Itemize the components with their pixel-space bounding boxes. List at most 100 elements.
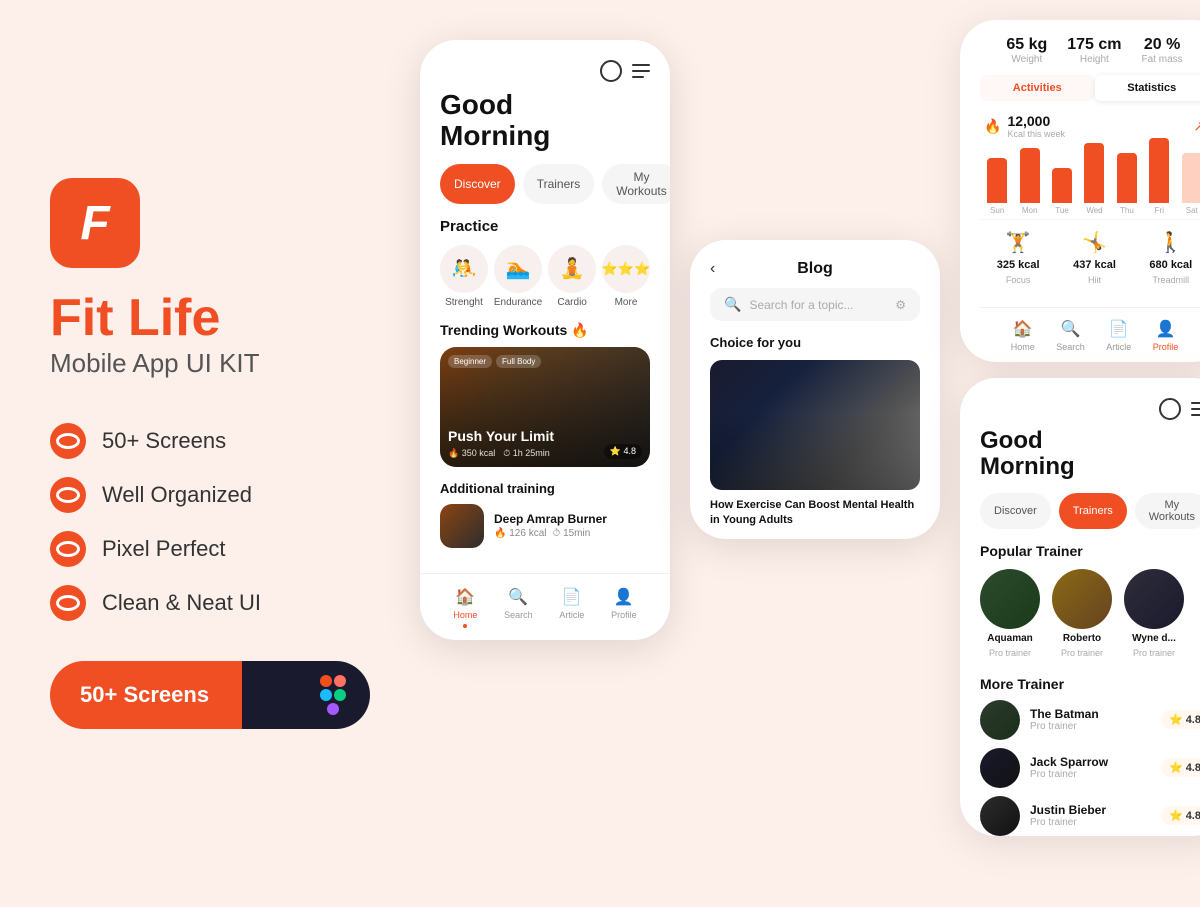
- bar-thu: Thu: [1114, 153, 1140, 215]
- kcal-sub: Kcal this week: [1007, 129, 1065, 139]
- additional-info: Deep Amrap Burner 🔥 126 kcal ⏱ 15min: [494, 512, 607, 539]
- stat-height-label: Height: [1067, 54, 1121, 65]
- trainer-tab-workouts[interactable]: My Workouts: [1135, 493, 1200, 529]
- bar-sun-rect: [987, 158, 1007, 203]
- practice-label-strength: Strenght: [445, 297, 483, 308]
- menu-icon[interactable]: [632, 64, 650, 78]
- wyne-role: Pro trainer: [1133, 648, 1175, 658]
- brand-name: Fit Life: [50, 292, 370, 344]
- search-circle-icon[interactable]: [600, 60, 622, 82]
- workout-treadmill-label: Treadmill: [1152, 275, 1189, 285]
- nav-home-label: Home: [453, 610, 477, 620]
- bieber-rating: ⭐ 4.8: [1161, 806, 1200, 825]
- bieber-rating-val: 4.8: [1186, 810, 1200, 822]
- trending-title: Push Your Limit: [448, 428, 642, 444]
- stats-nav-search[interactable]: 🔍 Search: [1056, 318, 1085, 352]
- practice-item-cardio[interactable]: 🧘 Cardio: [548, 245, 596, 308]
- star-icon: ⭐: [1169, 713, 1183, 726]
- fire-icon: 🔥: [984, 118, 1001, 135]
- trainer-bieber[interactable]: Justin Bieber Pro trainer ⭐ 4.8: [980, 796, 1200, 836]
- trainer-sparrow[interactable]: Jack Sparrow Pro trainer ⭐ 4.8: [980, 748, 1200, 788]
- trainer-search-circle[interactable]: [1159, 398, 1181, 420]
- trainer-wyne[interactable]: Wyne d... Pro trainer: [1124, 569, 1184, 658]
- phone-blog: ‹ Blog 🔍 Search for a topic... ⚙ Choice …: [690, 240, 940, 539]
- practice-label-more: More: [615, 297, 638, 308]
- feature-item: Pixel Perfect: [50, 531, 370, 567]
- figma-logo: [296, 661, 370, 729]
- trending-kcal: 🔥 350 kcal: [448, 448, 495, 459]
- tab-my-workouts[interactable]: My Workouts: [602, 164, 670, 204]
- app-icon-letter: F: [80, 196, 109, 251]
- trainer-aquaman[interactable]: Aquaman Pro trainer: [980, 569, 1040, 658]
- bar-sat: Sat: [1179, 153, 1200, 215]
- stats-nav-article[interactable]: 📄 Article: [1106, 318, 1131, 352]
- stat-weight: 65 kg Weight: [1006, 36, 1047, 65]
- nav-search[interactable]: 🔍 Search: [504, 586, 533, 628]
- nav-profile[interactable]: 👤 Profile: [611, 586, 637, 628]
- stats-nav-home[interactable]: 🏠 Home: [1011, 318, 1035, 352]
- stat-fat: 20 % Fat mass: [1142, 36, 1183, 65]
- tab-statistics[interactable]: Statistics: [1095, 75, 1200, 101]
- trainer-phone-header: [960, 378, 1200, 428]
- additional-section: Additional training Deep Amrap Burner 🔥 …: [420, 481, 670, 556]
- practice-icon-strength: 🤼: [440, 245, 488, 293]
- blog-header: ‹ Blog: [690, 240, 940, 288]
- sparrow-role: Pro trainer: [1030, 769, 1151, 780]
- trainer-batman[interactable]: The Batman Pro trainer ⭐ 4.8: [980, 700, 1200, 740]
- stat-weight-label: Weight: [1006, 54, 1047, 65]
- bar-fri-rect: [1149, 138, 1169, 203]
- practice-title: Practice: [420, 218, 670, 245]
- bar-tue: Tue: [1049, 168, 1075, 215]
- tab-discover[interactable]: Discover: [440, 164, 515, 204]
- workout-treadmill-kcal: 680 kcal: [1149, 259, 1192, 271]
- stats-nav-profile[interactable]: 👤 Profile: [1153, 318, 1179, 352]
- practice-item-more[interactable]: ⭐⭐⭐ More: [602, 245, 650, 308]
- bar-chart: Sun Mon Tue Wed Thu: [980, 145, 1200, 215]
- feature-text-3: Pixel Perfect: [102, 536, 226, 562]
- nav-article[interactable]: 📄 Article: [559, 586, 584, 628]
- stat-height-value: 175 cm: [1067, 36, 1121, 54]
- chart-expand-icon[interactable]: ↗: [1193, 118, 1200, 135]
- tab-trainers[interactable]: Trainers: [523, 164, 595, 204]
- bar-tue-rect: [1052, 168, 1072, 203]
- search-icon: 🔍: [507, 586, 529, 608]
- article-icon: 📄: [561, 586, 583, 608]
- trainer-tabs: Discover Trainers My Workouts: [960, 493, 1200, 543]
- trainer-greeting: GoodMorning: [960, 428, 1200, 493]
- batman-role: Pro trainer: [1030, 721, 1151, 732]
- trainer-roberto[interactable]: Roberto Pro trainer: [1052, 569, 1112, 658]
- workout-focus-label: Focus: [1006, 275, 1031, 285]
- search-bar[interactable]: 🔍 Search for a topic... ⚙: [710, 288, 920, 321]
- cta-button[interactable]: 50+ Screens: [50, 661, 370, 729]
- trainer-tab-discover[interactable]: Discover: [980, 493, 1051, 529]
- trainer-circles: Aquaman Pro trainer Roberto Pro trainer …: [960, 569, 1200, 672]
- additional-item[interactable]: Deep Amrap Burner 🔥 126 kcal ⏱ 15min: [440, 504, 650, 548]
- trending-card[interactable]: Beginner Full Body Push Your Limit 🔥 350…: [440, 347, 650, 467]
- phone-nav: 🏠 Home 🔍 Search 📄 Article 👤 Profile: [420, 573, 670, 640]
- trainer-tab-trainers[interactable]: Trainers: [1059, 493, 1127, 529]
- tag-full-body: Full Body: [496, 355, 541, 368]
- bieber-avatar: [980, 796, 1020, 836]
- filter-icon[interactable]: ⚙: [895, 298, 906, 312]
- features-list: 50+ Screens Well Organized Pixel Perfect…: [50, 423, 370, 621]
- practice-item-endurance[interactable]: 🏊 Endurance: [494, 245, 542, 308]
- trending-bg-image: Beginner Full Body Push Your Limit 🔥 350…: [440, 347, 650, 467]
- nav-search-label: Search: [504, 610, 533, 620]
- choice-title: Choice for you: [710, 335, 920, 350]
- practice-label-endurance: Endurance: [494, 297, 542, 308]
- tab-activities[interactable]: Activities: [980, 75, 1095, 101]
- bar-mon-rect: [1020, 148, 1040, 203]
- workout-focus-kcal: 325 kcal: [997, 259, 1040, 271]
- bieber-role: Pro trainer: [1030, 817, 1151, 828]
- trainer-menu-icon[interactable]: [1191, 402, 1200, 416]
- more-trainer-title: More Trainer: [960, 672, 1200, 700]
- practice-item-strength[interactable]: 🤼 Strenght: [440, 245, 488, 308]
- kcal-info: 🔥 12,000 Kcal this week: [984, 113, 1065, 139]
- choice-section: Choice for you How Exercise Can Boost Me…: [690, 335, 940, 539]
- workout-icons-row: 🏋️ 325 kcal Focus 🤸 437 kcal Hiit 🚶 680 …: [980, 219, 1200, 295]
- practice-icon-endurance: 🏊: [494, 245, 542, 293]
- back-button[interactable]: ‹: [710, 260, 715, 278]
- sparrow-avatar: [980, 748, 1020, 788]
- nav-home[interactable]: 🏠 Home: [453, 586, 477, 628]
- bar-wed-rect: [1084, 143, 1104, 203]
